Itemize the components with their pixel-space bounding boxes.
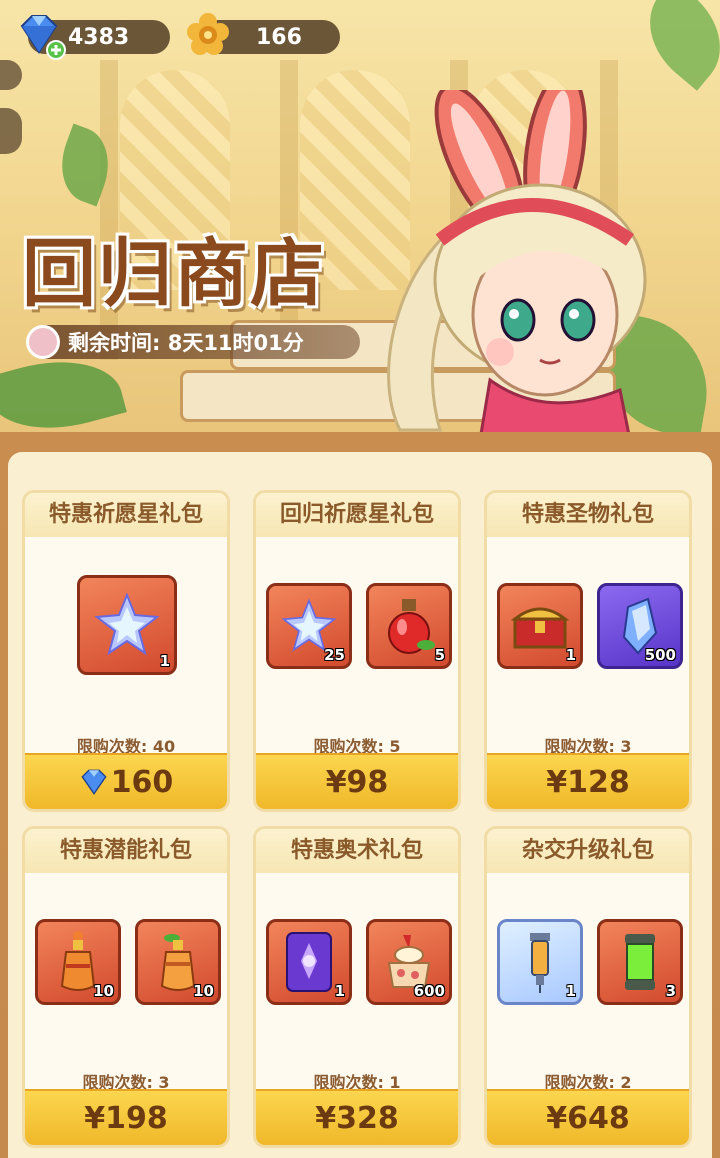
item-quantity: 1 [565, 646, 576, 664]
item-quantity: 3 [665, 982, 676, 1000]
pack-card[interactable]: 特惠潜能礼包 10 10 限购次数: 3 ¥198 [22, 826, 230, 1148]
wish-star-icon[interactable]: 1 [77, 575, 177, 675]
item-quantity: 1 [159, 652, 170, 670]
crystal-shard-icon[interactable]: 500 [597, 583, 683, 669]
wish-star-icon[interactable]: 25 [266, 583, 352, 669]
bunny-girl-character [387, 90, 647, 440]
price-label: ¥328 [315, 1100, 399, 1136]
bottle-art [160, 934, 196, 991]
pack-card[interactable]: 杂交升级礼包 1 3 限购次数: 2 ¥648 [484, 826, 692, 1148]
bottle-art [60, 931, 96, 991]
buy-button[interactable]: ¥128 [487, 753, 689, 809]
shop-banner: 4383 166 回归商店 剩余时间: 8天11时01分 [0, 0, 720, 440]
pack-title: 杂交升级礼包 [487, 829, 689, 873]
gem-icon [81, 769, 107, 795]
side-tab[interactable] [0, 60, 22, 90]
item-quantity: 5 [434, 646, 445, 664]
price-label: ¥128 [546, 764, 630, 800]
price-label: ¥98 [325, 764, 389, 800]
pack-card[interactable]: 特惠祈愿星礼包 1 限购次数: 40 160 [22, 490, 230, 812]
item-quantity: 500 [644, 646, 676, 664]
capsule-art [625, 934, 655, 990]
buy-button[interactable]: 160 [25, 753, 227, 809]
buy-button[interactable]: ¥98 [256, 753, 458, 809]
star-crystal-art [282, 599, 336, 652]
sweet-dessert-icon[interactable]: 600 [366, 919, 452, 1005]
orange-bottle-icon[interactable]: 10 [135, 919, 221, 1005]
pack-card[interactable]: 特惠圣物礼包 1 500 限购次数: 3 ¥128 [484, 490, 692, 812]
shop-title: 回归商店 [22, 231, 326, 317]
item-quantity: 1 [565, 982, 576, 1000]
pack-title: 特惠圣物礼包 [487, 493, 689, 537]
buy-button[interactable]: ¥198 [25, 1089, 227, 1145]
syringe-art [530, 933, 550, 993]
item-quantity: 600 [413, 982, 445, 1000]
item-quantity: 10 [193, 982, 214, 1000]
side-menu-button[interactable] [0, 108, 22, 154]
remaining-time-text: 剩余时间: 8天11时01分 [68, 331, 304, 355]
star-crystal-art [95, 593, 159, 656]
buy-button[interactable]: ¥328 [256, 1089, 458, 1145]
price-label: ¥648 [546, 1100, 630, 1136]
arcane-card-art [286, 932, 332, 992]
pack-card[interactable]: 特惠奥术礼包 1 600 限购次数: 1 ¥328 [253, 826, 461, 1148]
buy-button[interactable]: ¥648 [487, 1089, 689, 1145]
item-quantity: 10 [93, 982, 114, 1000]
item-quantity: 1 [334, 982, 345, 1000]
potential-bottle-icon[interactable]: 10 [35, 919, 121, 1005]
leaf-decoration [628, 0, 720, 91]
price-label: 160 [110, 764, 174, 800]
treasure-chest-icon[interactable]: 1 [497, 583, 583, 669]
flower-coin-icon [187, 13, 229, 55]
remaining-time-bar: 剩余时间: 8天11时01分 [26, 325, 360, 359]
gem-currency-bar[interactable]: 4383 [20, 15, 170, 60]
coin-currency-bar[interactable]: 166 [187, 13, 340, 55]
add-gems-icon[interactable] [46, 40, 66, 60]
item-quantity: 25 [324, 646, 345, 664]
pack-title: 特惠祈愿星礼包 [25, 493, 227, 537]
red-potion-icon[interactable]: 5 [366, 583, 452, 669]
pack-card[interactable]: 回归祈愿星礼包 25 5 限购次数: 5 ¥98 [253, 490, 461, 812]
potion-art [388, 599, 435, 654]
pack-title: 回归祈愿星礼包 [256, 493, 458, 537]
price-label: ¥198 [84, 1100, 168, 1136]
pack-title: 特惠奥术礼包 [256, 829, 458, 873]
stopwatch-icon [26, 325, 60, 359]
pack-title: 特惠潜能礼包 [25, 829, 227, 873]
syringe-icon[interactable]: 1 [497, 919, 583, 1005]
green-capsule-icon[interactable]: 3 [597, 919, 683, 1005]
chest-art [511, 607, 569, 649]
arcane-card-icon[interactable]: 1 [266, 919, 352, 1005]
